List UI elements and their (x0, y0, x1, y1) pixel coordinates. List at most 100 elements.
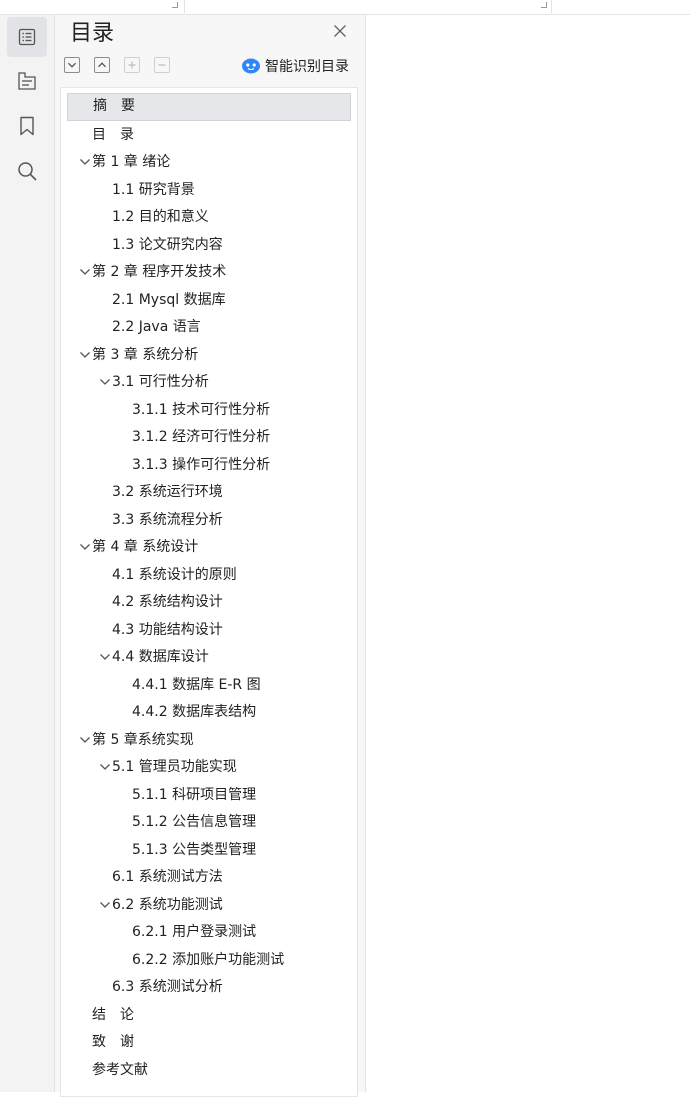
toc-item[interactable]: 致 谢 (67, 1028, 351, 1056)
toc-item[interactable]: 5.1.2 公告信息管理 (67, 808, 351, 836)
toc-item[interactable]: 1.1 研究背景 (67, 176, 351, 204)
toc-item-label: 1.1 研究背景 (112, 181, 195, 198)
corner-mark (541, 2, 547, 8)
chevron-down-icon[interactable] (79, 266, 91, 278)
toc-item[interactable]: 第 5 章系统实现 (67, 726, 351, 754)
outline-tab-button[interactable] (7, 61, 47, 101)
toc-item[interactable]: 6.3 系统测试分析 (67, 973, 351, 1001)
bookmark-tab-button[interactable] (7, 106, 47, 146)
bookmark-icon (20, 116, 34, 136)
toc-item-label: 4.4.1 数据库 E-R 图 (132, 676, 261, 693)
toc-item-label: 第 1 章 绪论 (92, 154, 171, 170)
toc-icon (18, 28, 36, 46)
toc-item[interactable]: 2.2 Java 语言 (67, 313, 351, 341)
chevron-down-icon[interactable] (79, 541, 91, 553)
search-icon (18, 162, 37, 181)
toc-item-label: 4.4.2 数据库表结构 (132, 704, 257, 720)
toc-item[interactable]: 4.4.1 数据库 E-R 图 (67, 671, 351, 699)
smart-recognize-icon (242, 58, 260, 74)
toc-item[interactable]: 5.1.1 科研项目管理 (67, 781, 351, 809)
toc-item[interactable]: 4.3 功能结构设计 (67, 616, 351, 644)
collapse-all-icon (68, 62, 76, 68)
toc-item[interactable]: 3.1.3 操作可行性分析 (67, 451, 351, 479)
toc-tab-button[interactable] (7, 17, 47, 57)
toc-item[interactable]: 6.2.2 添加账户功能测试 (67, 946, 351, 974)
toc-item-label: 5.1.3 公告类型管理 (132, 841, 257, 858)
toc-item-label: 3.1 可行性分析 (112, 374, 209, 390)
toc-item[interactable]: 2.1 Mysql 数据库 (67, 286, 351, 314)
toc-item[interactable]: 摘 要 (67, 93, 351, 121)
add-entry-button[interactable] (124, 57, 140, 73)
remove-entry-button[interactable] (154, 57, 170, 73)
smart-toc-label: 智能识别目录 (265, 59, 349, 75)
toc-item-label: 摘 要 (93, 98, 135, 114)
toc-item[interactable]: 3.2 系统运行环境 (67, 478, 351, 506)
toc-item[interactable]: 第 1 章 绪论 (67, 148, 351, 176)
toc-item[interactable]: 4.4 数据库设计 (67, 643, 351, 671)
toc-item-label: 3.1.2 经济可行性分析 (132, 429, 271, 445)
panel-title: 目录 (70, 21, 115, 46)
toc-item[interactable]: 第 2 章 程序开发技术 (67, 258, 351, 286)
toc-item-label: 5.1.2 公告信息管理 (132, 814, 257, 830)
close-button[interactable] (332, 23, 348, 39)
toc-item[interactable]: 4.2 系统结构设计 (67, 588, 351, 616)
toc-item-label: 5.1.1 科研项目管理 (132, 786, 257, 803)
smart-toc-button[interactable]: 智能识别目录 (241, 55, 349, 77)
ruler-segment (185, 0, 552, 13)
collapse-all-button[interactable] (64, 57, 80, 73)
toc-item-label: 参考文献 (92, 1061, 148, 1078)
toc-item-label: 4.1 系统设计的原则 (112, 566, 237, 583)
toc-item-label: 3.3 系统流程分析 (112, 511, 223, 528)
search-tab-button[interactable] (7, 151, 47, 191)
toc-item[interactable]: 4.4.2 数据库表结构 (67, 698, 351, 726)
toc-item[interactable]: 3.1.1 技术可行性分析 (67, 396, 351, 424)
toc-item-label: 第 5 章系统实现 (92, 731, 194, 748)
toc-item[interactable]: 第 4 章 系统设计 (67, 533, 351, 561)
toc-item[interactable]: 3.3 系统流程分析 (67, 506, 351, 534)
toc-item[interactable]: 5.1.3 公告类型管理 (67, 836, 351, 864)
toc-item[interactable]: 6.1 系统测试方法 (67, 863, 351, 891)
toc-item[interactable]: 1.3 论文研究内容 (67, 231, 351, 259)
toc-item-label: 1.2 目的和意义 (112, 209, 209, 225)
chevron-down-icon[interactable] (79, 156, 91, 168)
toc-item[interactable]: 3.1.2 经济可行性分析 (67, 423, 351, 451)
toc-item[interactable]: 1.2 目的和意义 (67, 203, 351, 231)
toc-item-label: 第 4 章 系统设计 (92, 539, 199, 555)
toc-item-label: 5.1 管理员功能实现 (112, 759, 237, 775)
toc-item[interactable]: 5.1 管理员功能实现 (67, 753, 351, 781)
chevron-down-icon[interactable] (79, 349, 91, 361)
ruler-segment (0, 0, 185, 13)
toc-item-label: 3.1.1 技术可行性分析 (132, 401, 271, 418)
toc-item[interactable]: 目 录 (67, 121, 351, 149)
toc-item[interactable]: 参考文献 (67, 1056, 351, 1084)
chevron-down-icon[interactable] (99, 899, 111, 911)
toc-item-label: 3.2 系统运行环境 (112, 484, 223, 500)
toc-item[interactable]: 结 论 (67, 1001, 351, 1029)
toc-item-label: 2.1 Mysql 数据库 (112, 291, 226, 308)
sidebar-rail (0, 15, 55, 1092)
toc-item-label: 4.3 功能结构设计 (112, 621, 223, 638)
toc-item-label: 第 3 章 系统分析 (92, 346, 199, 363)
close-icon (334, 25, 346, 37)
chevron-down-icon[interactable] (79, 734, 91, 746)
expand-all-button[interactable] (94, 57, 110, 73)
toc-item-label: 致 谢 (92, 1034, 134, 1050)
toc-item[interactable]: 6.2.1 用户登录测试 (67, 918, 351, 946)
toc-item-label: 目 录 (92, 126, 134, 143)
chevron-down-icon[interactable] (99, 761, 111, 773)
toc-item-label: 6.2.2 添加账户功能测试 (132, 951, 285, 968)
toc-item-label: 3.1.3 操作可行性分析 (132, 456, 271, 473)
corner-mark (172, 2, 178, 8)
toc-item[interactable]: 第 3 章 系统分析 (67, 341, 351, 369)
chevron-down-icon[interactable] (99, 376, 111, 388)
toc-item[interactable]: 4.1 系统设计的原则 (67, 561, 351, 589)
chevron-down-icon[interactable] (99, 651, 111, 663)
toc-item[interactable]: 6.2 系统功能测试 (67, 891, 351, 919)
toc-list: 摘 要目 录第 1 章 绪论 1.1 研究背景 1.2 目的和意义 1.3 论文研究内… (60, 87, 358, 1097)
toc-item-label: 4.4 数据库设计 (112, 649, 209, 665)
top-ruler (0, 0, 690, 15)
toc-item-label: 第 2 章 程序开发技术 (92, 264, 227, 280)
toc-item-label: 6.3 系统测试分析 (112, 979, 223, 995)
toc-item-label: 6.1 系统测试方法 (112, 869, 223, 885)
toc-item[interactable]: 3.1 可行性分析 (67, 368, 351, 396)
